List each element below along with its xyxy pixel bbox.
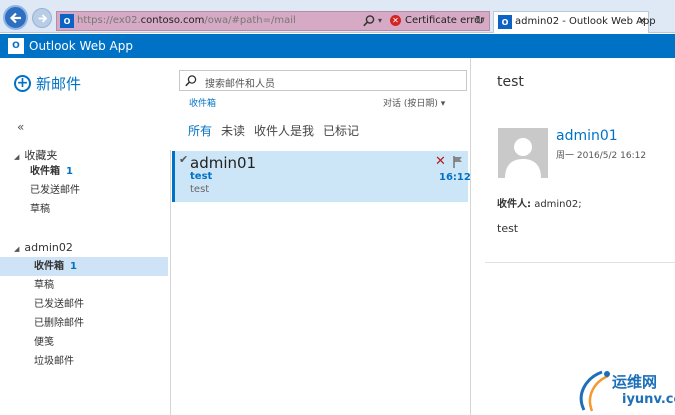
folder-label: 草稿 xyxy=(30,204,50,215)
sidebar-item-notes[interactable]: 便笺 xyxy=(0,333,168,352)
favorites-header[interactable]: ◢ 收藏夹 xyxy=(14,147,57,163)
watermark-line1: 运维网 xyxy=(612,373,658,391)
unread-count: 1 xyxy=(70,261,77,272)
sidebar-item-deleted[interactable]: 已删除邮件 xyxy=(0,314,168,333)
folder-label: 已删除邮件 xyxy=(34,318,84,329)
unread-count: 1 xyxy=(66,166,73,177)
certificate-error-icon[interactable]: ✕ xyxy=(390,15,401,26)
avatar xyxy=(498,128,548,178)
folder-label: 垃圾邮件 xyxy=(34,356,74,367)
address-bar[interactable]: O https://ex02.contoso.com/owa/#path=/ma… xyxy=(56,11,490,31)
account-header[interactable]: ◢ admin02 xyxy=(14,241,73,254)
flag-icon[interactable] xyxy=(453,156,463,168)
recipients-value[interactable]: admin02; xyxy=(534,199,581,210)
url-text: https://ex02.contoso.com/owa/#path=/mail xyxy=(77,15,296,26)
reading-recipients: 收件人: admin02; xyxy=(497,195,582,210)
search-icon xyxy=(185,75,197,87)
folder-label: 已发送邮件 xyxy=(30,185,80,196)
plus-circle-icon: + xyxy=(14,75,31,92)
outlook-favicon-icon: O xyxy=(498,15,512,29)
divider xyxy=(485,262,675,263)
reading-subject: test xyxy=(497,74,524,90)
filter-unread[interactable]: 未读 xyxy=(221,124,245,138)
message-list-item[interactable]: ✔ admin01 test test ✕ 16:12 xyxy=(172,151,471,202)
folder-label: 便笺 xyxy=(34,337,54,348)
filter-bar: 所有 未读 收件人是我 已标记 xyxy=(188,122,368,139)
message-preview: test xyxy=(190,184,210,195)
folder-label: 已发送邮件 xyxy=(34,299,84,310)
sidebar-item-inbox[interactable]: 收件箱 1 xyxy=(0,257,168,276)
account-label: admin02 xyxy=(24,241,73,254)
message-sender: admin01 xyxy=(190,154,257,172)
chevron-down-icon[interactable]: ▾ xyxy=(378,16,382,25)
delete-icon[interactable]: ✕ xyxy=(435,154,446,169)
reading-date: 周一 2016/5/2 16:12 xyxy=(556,151,647,161)
message-time: 16:12 xyxy=(439,172,471,183)
divider xyxy=(170,150,171,415)
filter-flagged[interactable]: 已标记 xyxy=(323,124,359,138)
person-icon xyxy=(505,138,541,178)
new-mail-label: 新邮件 xyxy=(36,75,82,93)
folder-breadcrumb: 收件箱 xyxy=(189,99,217,109)
collapse-nav-button[interactable]: « xyxy=(17,120,24,134)
sidebar-item-junk[interactable]: 垃圾邮件 xyxy=(0,352,168,371)
forward-button[interactable] xyxy=(32,8,52,28)
search-placeholder: 搜索邮件和人员 xyxy=(205,79,275,90)
folder-label: 收件箱 xyxy=(30,166,60,177)
filter-to-me[interactable]: 收件人是我 xyxy=(254,124,314,138)
watermark-line2: iyunv.com xyxy=(622,392,675,407)
watermark-logo: 运维网 iyunv.com xyxy=(572,368,675,415)
tab-title: admin02 - Outlook Web App xyxy=(515,16,656,27)
sort-label: 对话 (按日期) xyxy=(383,99,438,109)
divider xyxy=(470,58,471,415)
folder-label: 草稿 xyxy=(34,280,54,291)
refresh-icon[interactable]: ↻ xyxy=(475,13,485,27)
browser-toolbar: O https://ex02.contoso.com/owa/#path=/ma… xyxy=(0,0,675,33)
certificate-error-label[interactable]: Certificate error xyxy=(405,15,484,26)
sidebar-item-favorites-inbox[interactable]: 收件箱 1 xyxy=(0,162,168,181)
sidebar-item-favorites-drafts[interactable]: 草稿 xyxy=(0,200,168,219)
triangle-down-icon: ◢ xyxy=(14,153,20,161)
app-name: Outlook Web App xyxy=(29,39,133,53)
sidebar-item-sent[interactable]: 已发送邮件 xyxy=(0,295,168,314)
reading-body: test xyxy=(497,222,519,235)
search-input[interactable]: 搜索邮件和人员 xyxy=(179,70,467,91)
message-subject: test xyxy=(190,171,213,182)
new-mail-button[interactable]: + 新邮件 xyxy=(14,73,81,94)
outlook-logo-icon: O xyxy=(8,38,24,54)
sort-dropdown[interactable]: 对话 (按日期) ▾ xyxy=(383,96,445,109)
browser-tab[interactable]: O admin02 - Outlook Web App ✕ xyxy=(493,11,656,33)
chevron-down-icon: ▾ xyxy=(440,99,446,109)
app-header: O Outlook Web App xyxy=(0,34,675,58)
outlook-favicon-icon: O xyxy=(60,14,74,28)
back-button[interactable] xyxy=(3,5,28,30)
folder-label: 收件箱 xyxy=(34,261,64,272)
recipients-label: 收件人: xyxy=(497,199,531,210)
sidebar-item-favorites-sent[interactable]: 已发送邮件 xyxy=(0,181,168,200)
favorites-label: 收藏夹 xyxy=(24,149,58,162)
reading-sender[interactable]: admin01 xyxy=(556,128,618,144)
close-icon[interactable]: ✕ xyxy=(638,16,646,27)
sidebar-item-drafts[interactable]: 草稿 xyxy=(0,276,168,295)
arrow-left-icon xyxy=(9,12,21,23)
arrow-right-icon xyxy=(38,13,47,23)
checkmark-icon[interactable]: ✔ xyxy=(179,153,188,166)
triangle-down-icon: ◢ xyxy=(14,245,20,253)
filter-all[interactable]: 所有 xyxy=(188,124,212,138)
search-icon[interactable] xyxy=(362,14,376,28)
